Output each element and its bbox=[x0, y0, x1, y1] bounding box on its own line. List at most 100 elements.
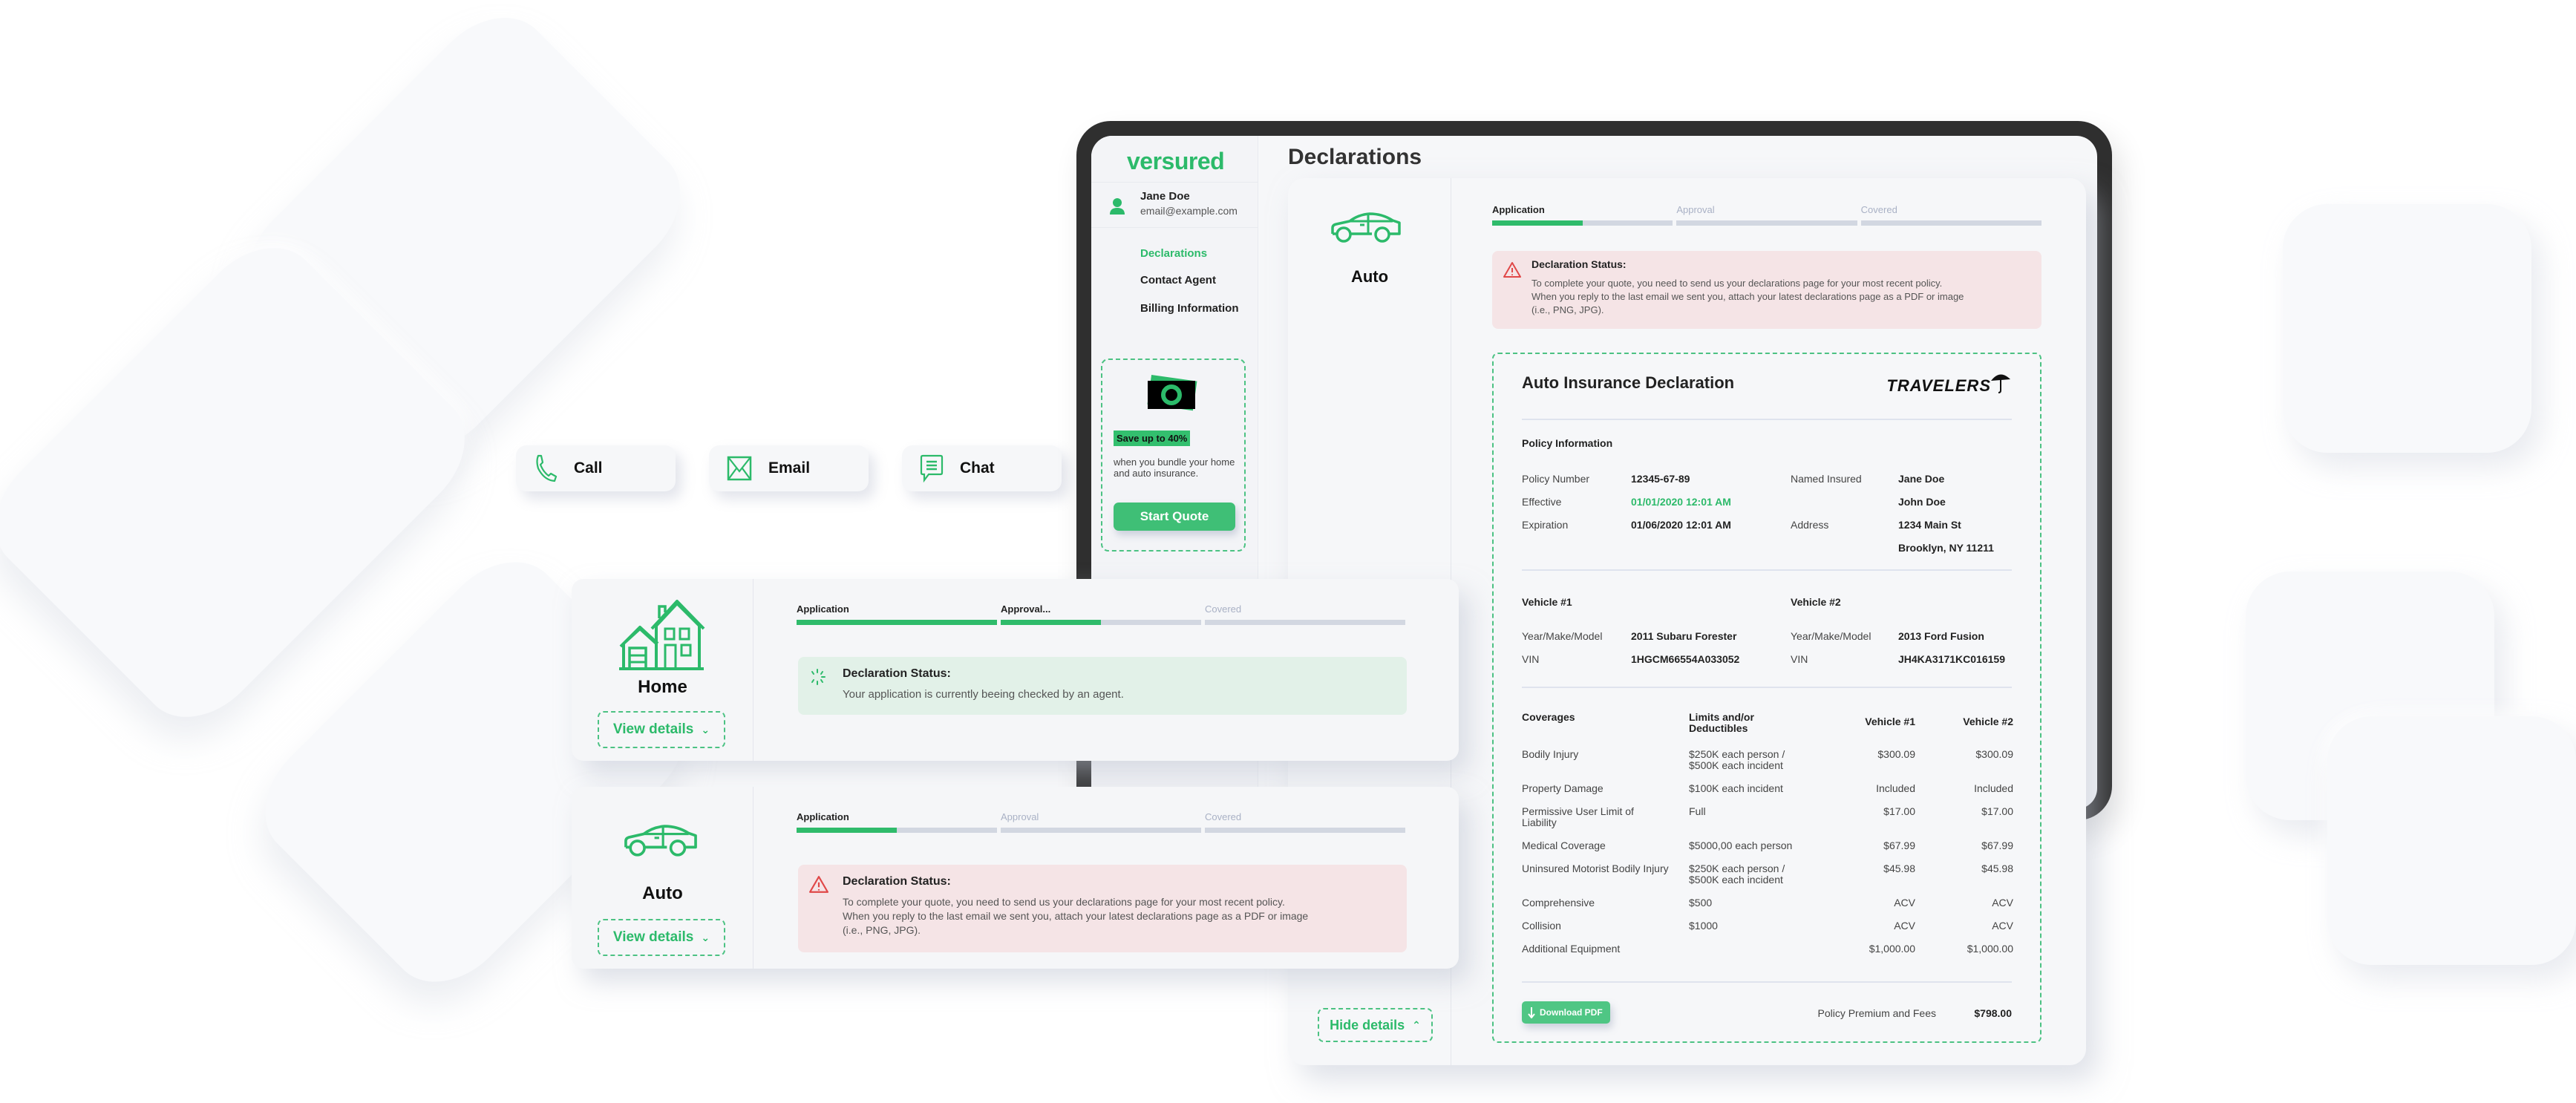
progress-track bbox=[1001, 828, 1201, 833]
auto-status-title: Declaration Status: bbox=[843, 875, 951, 888]
warning-icon bbox=[809, 876, 828, 893]
auto-card-title: Auto bbox=[642, 883, 683, 903]
chevron-down-icon: ⌄ bbox=[701, 931, 710, 943]
policy-info-title: Policy Information bbox=[1522, 437, 1613, 449]
address-line1: 1234 Main St bbox=[1898, 519, 1961, 531]
hide-details-button[interactable]: Hide details ⌃ bbox=[1318, 1008, 1433, 1042]
coverage-vehicle2: $45.98 bbox=[1981, 863, 2013, 874]
nav-billing-information[interactable]: Billing Information bbox=[1140, 302, 1239, 315]
auto-view-details-button[interactable]: View details ⌄ bbox=[598, 919, 725, 956]
named-insured-2: John Doe bbox=[1898, 496, 1946, 508]
coverage-name: Bodily Injury bbox=[1522, 748, 1579, 760]
coverage-vehicle2: ACV bbox=[1992, 920, 2013, 932]
coverage-name: Medical Coverage bbox=[1522, 839, 1606, 851]
auto-status-line3: (i.e., PNG, JPG). bbox=[843, 924, 921, 936]
header-vehicle1: Vehicle #1 bbox=[1865, 716, 1915, 727]
home-view-details-button[interactable]: View details ⌄ bbox=[598, 711, 725, 748]
umbrella-icon bbox=[1991, 374, 2010, 393]
car-icon bbox=[624, 825, 697, 857]
premium-label: Policy Premium and Fees bbox=[1817, 1007, 1936, 1019]
effective-date: 01/01/2020 12:01 AM bbox=[1631, 496, 1731, 508]
progress-step: Approval... bbox=[1001, 603, 1201, 625]
progress-track bbox=[1205, 828, 1405, 833]
policy-number: 12345-67-89 bbox=[1631, 473, 1690, 485]
home-card-title: Home bbox=[638, 677, 687, 697]
progress-step: Application bbox=[1492, 204, 1673, 226]
vehicle1-ymm: 2011 Subaru Forester bbox=[1631, 630, 1737, 642]
detail-progress: Application Approval Covered bbox=[1492, 204, 2041, 226]
progress-step: Approval bbox=[1001, 811, 1201, 833]
home-status-title: Declaration Status: bbox=[843, 667, 951, 680]
user-name: Jane Doe bbox=[1140, 190, 1190, 203]
call-button[interactable]: Call bbox=[516, 445, 676, 491]
coverage-vehicle1: $17.00 bbox=[1883, 805, 1915, 817]
coverage-vehicle2: Included bbox=[1974, 782, 2013, 794]
coverage-limit: $100K each incident bbox=[1689, 782, 1783, 794]
versured-logo[interactable]: versured bbox=[1127, 148, 1225, 175]
loading-spinner-icon bbox=[811, 669, 826, 685]
progress-track bbox=[1860, 220, 2041, 226]
promo-badge: Save up to 40% bbox=[1114, 431, 1191, 446]
progress-step-label: Covered bbox=[1860, 204, 1897, 215]
home-card-left: Home View details ⌄ bbox=[572, 579, 753, 761]
start-quote-button[interactable]: Start Quote bbox=[1114, 503, 1235, 531]
coverage-limit: $250K each person / $500K each incident bbox=[1689, 748, 1785, 771]
vehicle2-title: Vehicle #2 bbox=[1791, 596, 1841, 608]
progress-step-label: Covered bbox=[1205, 603, 1242, 615]
user-email: email@example.com bbox=[1140, 205, 1238, 217]
auto-view-details-label: View details bbox=[612, 929, 694, 945]
header-limits: Limits and/or Deductibles bbox=[1689, 711, 1754, 734]
download-pdf-button[interactable]: Download PDF bbox=[1522, 1001, 1610, 1024]
chat-bubble-icon bbox=[920, 454, 944, 483]
vehicle2-vin-label: VIN bbox=[1791, 653, 1808, 665]
warning-icon bbox=[1503, 262, 1521, 278]
coverage-vehicle1: Included bbox=[1876, 782, 1915, 794]
progress-track bbox=[1001, 620, 1201, 625]
travelers-logo: TRAVELERS bbox=[1886, 370, 2012, 396]
bg-rect-1 bbox=[2283, 204, 2531, 453]
progress-step-label: Approval bbox=[1676, 204, 1715, 215]
progress-fill bbox=[797, 828, 897, 833]
progress-track bbox=[1205, 620, 1405, 625]
email-label: Email bbox=[768, 459, 811, 477]
vehicle1-vin: 1HGCM66554A033052 bbox=[1631, 653, 1740, 665]
progress-step-label: Approval bbox=[1001, 811, 1039, 822]
coverage-vehicle2: $300.09 bbox=[1975, 748, 2013, 760]
progress-fill bbox=[1001, 620, 1101, 625]
coverage-name: Property Damage bbox=[1522, 782, 1604, 794]
progress-step: Covered bbox=[1205, 603, 1405, 625]
nav-declarations[interactable]: Declarations bbox=[1140, 247, 1207, 260]
header-vehicle2: Vehicle #2 bbox=[1963, 716, 2013, 727]
user-profile[interactable]: Jane Doe email@example.com bbox=[1091, 182, 1258, 228]
divider bbox=[1522, 981, 2012, 983]
coverage-vehicle1: ACV bbox=[1894, 920, 1915, 932]
home-status-alert: Declaration Status: Your application is … bbox=[798, 657, 1407, 715]
nav-contact-agent[interactable]: Contact Agent bbox=[1140, 274, 1216, 287]
carrier-name: TRAVELERS bbox=[1886, 376, 1991, 395]
coverage-vehicle1: $1,000.00 bbox=[1869, 943, 1915, 955]
divider bbox=[1522, 687, 2012, 688]
auto-status-line1: To complete your quote, you need to send… bbox=[843, 896, 1285, 908]
home-policy-card: Home View details ⌄ Application Approval.… bbox=[572, 579, 1459, 761]
address-line2: Brooklyn, NY 11211 bbox=[1898, 542, 1994, 554]
coverage-vehicle1: $300.09 bbox=[1877, 748, 1915, 760]
email-button[interactable]: Email bbox=[709, 445, 869, 491]
progress-track bbox=[1676, 220, 1857, 226]
named-insured-label: Named Insured bbox=[1791, 473, 1862, 485]
chat-button[interactable]: Chat bbox=[902, 445, 1062, 491]
progress-track bbox=[797, 620, 997, 625]
home-status-body: Your application is currently beeing che… bbox=[843, 688, 1124, 701]
progress-step: Application bbox=[797, 603, 997, 625]
home-view-details-label: View details bbox=[612, 721, 694, 737]
coverage-limit: Full bbox=[1689, 805, 1706, 817]
expiration-date: 01/06/2020 12:01 AM bbox=[1631, 519, 1731, 531]
coverage-vehicle2: $17.00 bbox=[1981, 805, 2013, 817]
detail-main: Application Approval Covered Declaration S… bbox=[1451, 178, 2086, 1065]
detail-status-line3: (i.e., PNG, JPG). bbox=[1531, 304, 1604, 315]
download-pdf-label: Download PDF bbox=[1540, 1007, 1603, 1018]
detail-status-alert: Declaration Status: To complete your quo… bbox=[1492, 251, 2041, 329]
progress-track bbox=[1492, 220, 1673, 226]
progress-step-label: Application bbox=[797, 603, 849, 615]
progress-step-label: Covered bbox=[1205, 811, 1242, 822]
coverage-vehicle1: ACV bbox=[1894, 897, 1915, 909]
